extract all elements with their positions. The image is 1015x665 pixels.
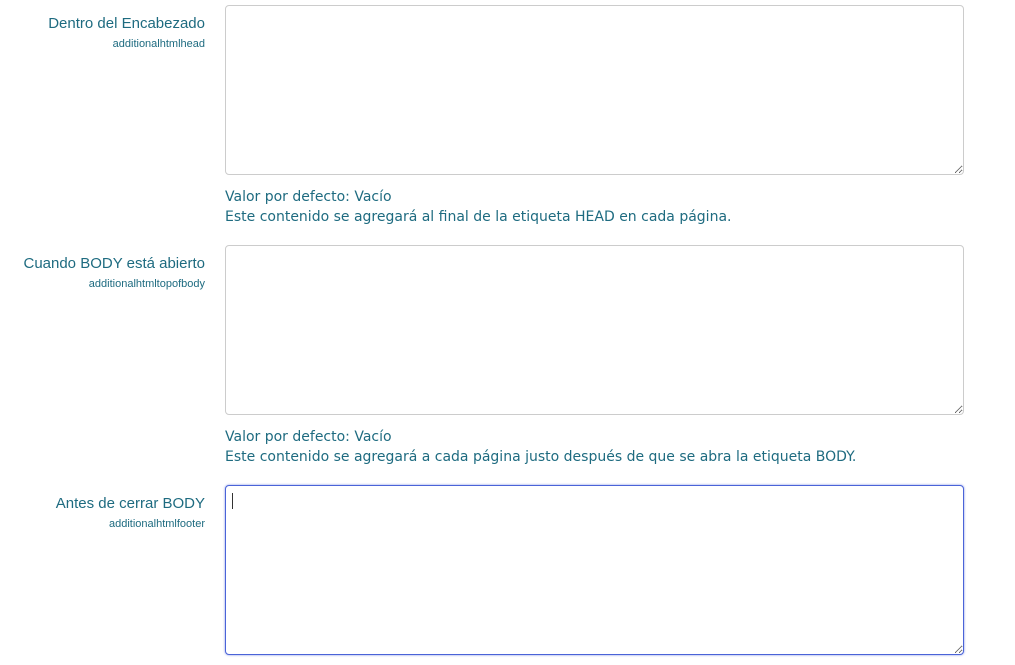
setting-key: additionalhtmlhead bbox=[112, 38, 205, 50]
setting-help: Valor por defecto: Vacío Este contenido … bbox=[225, 427, 856, 467]
setting-title: Dentro del Encabezado bbox=[48, 15, 205, 32]
setting-title: Antes de cerrar BODY bbox=[55, 495, 205, 512]
setting-description: Este contenido se agregará al final de l… bbox=[225, 209, 732, 225]
setting-label-group: Cuando BODY está abierto additionalhtmlt… bbox=[0, 245, 205, 291]
additionalhtmltopofbody-textarea[interactable] bbox=[225, 245, 964, 415]
setting-label-group: Dentro del Encabezado additionalhtmlhead bbox=[0, 5, 205, 51]
additionalhtmlhead-textarea[interactable] bbox=[225, 5, 964, 175]
default-value-text: Valor por defecto: Vacío bbox=[225, 189, 392, 205]
setting-title: Cuando BODY está abierto bbox=[23, 255, 205, 272]
setting-key: additionalhtmlfooter bbox=[108, 518, 205, 530]
setting-key: additionalhtmltopofbody bbox=[88, 278, 205, 290]
text-caret bbox=[232, 493, 233, 509]
default-value-text: Valor por defecto: Vacío bbox=[225, 429, 392, 445]
additionalhtmlfooter-textarea[interactable] bbox=[225, 485, 964, 655]
setting-label-group: Antes de cerrar BODY additionalhtmlfoote… bbox=[0, 485, 205, 531]
setting-description: Este contenido se agregará a cada página… bbox=[225, 449, 857, 465]
setting-help: Valor por defecto: Vacío Este contenido … bbox=[225, 187, 731, 227]
